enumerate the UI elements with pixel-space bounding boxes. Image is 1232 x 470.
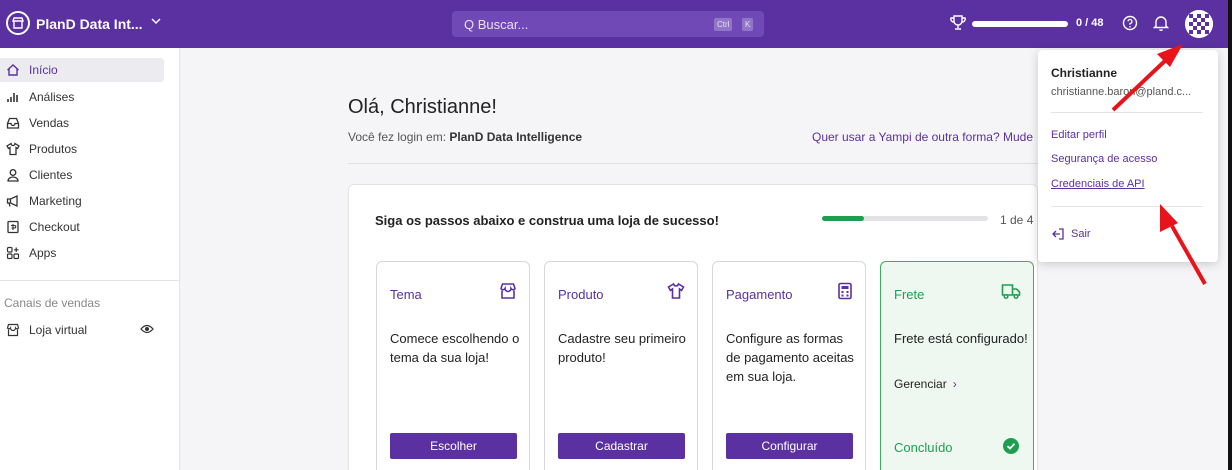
sidebar-item-label: Marketing [29,194,82,208]
shirt-icon [667,282,685,303]
top-bar: PlanD Data Int... Q Buscar... Ctrl K 0 /… [0,0,1232,48]
search-placeholder: Q Buscar... [464,17,529,32]
trophy-icon[interactable] [950,14,966,35]
page-title: Olá, Christianne! [348,96,497,118]
dropdown-divider [1051,112,1203,113]
switch-mode-link[interactable]: Quer usar a Yampi de outra forma? Mude [812,130,1033,144]
step-title: Frete [894,287,925,302]
store-icon [6,323,20,337]
step-card-frete: Frete Frete está configurado! Gerenciar ›… [880,261,1034,470]
chevron-down-icon[interactable] [150,15,162,30]
help-icon[interactable] [1122,15,1138,34]
store-logo-icon[interactable] [6,11,30,35]
divider [348,163,1038,164]
megaphone-icon [6,194,18,208]
avatar[interactable] [1185,10,1213,38]
check-circle-icon [1003,438,1019,454]
setup-progress-count: 0 / 48 [1076,17,1104,29]
shirt-icon [6,142,20,156]
store-icon [499,282,517,303]
sidebar-item-label: Checkout [29,220,80,234]
step-card-pagamento: Pagamento Configure as formas de pagamen… [712,261,866,470]
step-description: Comece escolhendo o tema da sua loja! [390,331,520,365]
step-card-produto: Produto Cadastre seu primeiro produto! C… [544,261,698,470]
bell-icon[interactable] [1152,14,1170,35]
user-icon [7,169,19,182]
sidebar-item-label: Produtos [29,142,78,156]
logout-button[interactable]: Sair [1051,227,1091,244]
step-description: Cadastre seu primeiro produto! [558,331,686,365]
chevron-right-icon: › [952,377,957,391]
step-card-tema: Tema Comece escolhendo o tema da sua loj… [376,261,530,470]
profile-name: Christianne [1051,66,1118,80]
setup-progress-bar[interactable] [972,21,1068,27]
kbd-k: K [742,18,754,31]
sidebar-item-produtos[interactable]: Produtos [0,137,164,161]
step-description: Configure as formas de pagamento aceitas… [726,331,854,384]
sidebar-item-label: Clientes [29,168,73,182]
sidebar-item-inicio[interactable]: Início [0,58,164,82]
login-prefix: Você fez login em: [348,130,447,144]
sidebar-item-analises[interactable]: Análises [0,85,164,109]
store-name[interactable]: PlanD Data Int... [36,16,143,32]
sidebar-item-label: Início [29,63,58,77]
kbd-ctrl: Ctrl [714,18,733,31]
sidebar-item-label: Análises [29,90,75,104]
step-title: Tema [390,287,422,302]
home-icon [7,64,19,76]
chart-icon [7,93,18,102]
sidebar-item-marketing[interactable]: Marketing [0,189,164,213]
edit-profile-link[interactable]: Editar perfil [1051,129,1107,141]
apps-icon [6,246,20,260]
completed-label: Concluído [894,440,953,455]
eye-icon[interactable] [140,323,154,338]
sidebar-item-apps[interactable]: Apps [0,241,164,265]
manage-shipping-link[interactable]: Gerenciar › [894,377,957,391]
logout-label: Sair [1071,228,1091,240]
manage-label: Gerenciar [894,377,947,391]
access-security-link[interactable]: Segurança de acesso [1051,153,1157,165]
login-info: Você fez login em: PlanD Data Intelligen… [348,130,582,144]
choose-theme-button[interactable]: Escolher [390,433,517,459]
steps-title: Siga os passos abaixo e construa uma loj… [375,213,719,228]
inbox-icon [6,117,20,129]
step-description: Frete está configurado! [894,331,1028,346]
logout-icon [1052,228,1064,240]
login-store: PlanD Data Intelligence [449,130,583,144]
configure-payment-button[interactable]: Configurar [726,433,853,459]
steps-count: 1 de 4 [1000,213,1034,227]
steps-progress-fill [822,216,864,221]
steps-progress-bar [822,216,988,221]
sidebar: Início Análises Vendas Produtos Clientes… [0,48,180,470]
profile-email: christianne.baron@pland.c... [1051,86,1192,98]
checkout-icon [7,220,19,234]
search-input[interactable]: Q Buscar... Ctrl K [452,11,764,37]
sidebar-item-checkout[interactable]: Checkout [0,215,164,239]
window-edge [1228,0,1232,470]
sidebar-item-label: Loja virtual [29,323,88,337]
dropdown-divider [1051,206,1203,207]
step-title: Pagamento [726,287,793,302]
truck-icon [1001,282,1021,303]
sidebar-item-clientes[interactable]: Clientes [0,163,164,187]
sidebar-divider [0,280,180,281]
calculator-icon [837,282,853,303]
step-title: Produto [558,287,604,302]
sales-channels-heading: Canais de vendas [4,296,101,310]
sidebar-item-label: Apps [29,246,57,260]
sidebar-item-label: Vendas [29,116,70,130]
register-product-button[interactable]: Cadastrar [558,433,685,459]
profile-dropdown: Christianne christianne.baron@pland.c...… [1038,50,1218,262]
sidebar-item-vendas[interactable]: Vendas [0,111,164,135]
api-credentials-link[interactable]: Credenciais de API [1051,178,1145,190]
